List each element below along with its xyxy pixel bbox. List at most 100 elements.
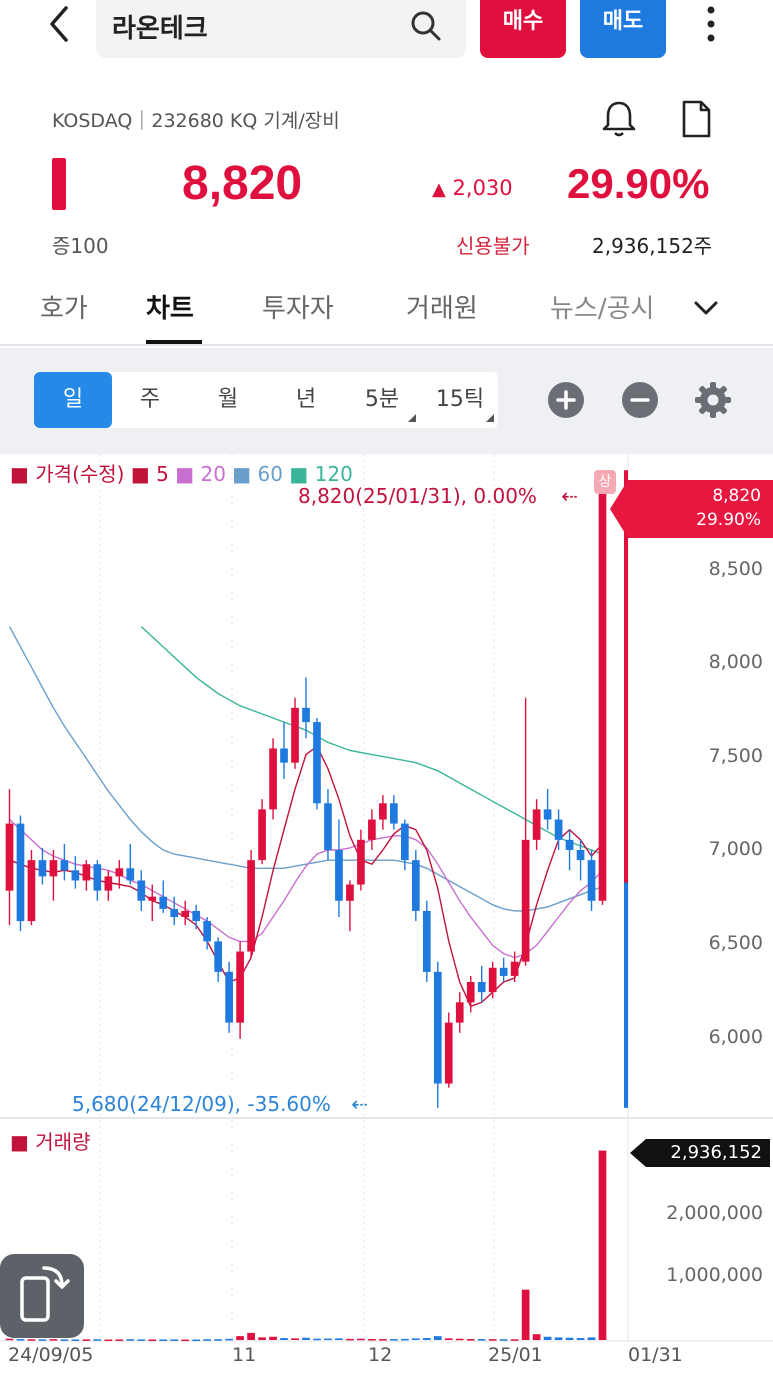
period-selector: 일 주 월 년 5분 15틱 (34, 372, 498, 428)
chart-legend: ■ 가격(수정) ■ 5 ■ 20 ■ 60 ■ 120 (10, 458, 353, 487)
volume-bar (93, 1339, 102, 1341)
volume-bar (170, 1339, 179, 1341)
candle-body (214, 941, 222, 972)
volume-bar (16, 1339, 25, 1341)
candle-body (203, 921, 212, 942)
candle-body (115, 868, 124, 877)
search-icon[interactable] (408, 8, 444, 44)
volume-bar (313, 1338, 321, 1341)
candle-body (368, 819, 376, 840)
low-annotation: 5,680(24/12/09), -35.60% ⇠ (72, 1092, 368, 1116)
volume-bar (368, 1338, 376, 1341)
candle-body (181, 910, 190, 918)
volume-bar (510, 1339, 519, 1341)
zoom-out-icon[interactable] (622, 382, 658, 418)
candle-body (422, 910, 431, 972)
last-price-value: 8,820 (712, 486, 761, 506)
period-week[interactable]: 주 (112, 372, 188, 428)
legend-ma20: 20 (200, 462, 226, 486)
legend-swatch-icon: ■ (10, 1130, 29, 1154)
volume-tick-label: 1,000,000 (666, 1264, 763, 1286)
volume-bar (27, 1339, 36, 1341)
volume-bar (554, 1337, 563, 1340)
volume-bar (115, 1339, 124, 1341)
candle-body (324, 803, 332, 850)
volume-legend-label: 거래량 (35, 1130, 91, 1154)
back-icon[interactable] (40, 4, 80, 44)
candle-body (5, 823, 14, 891)
gear-icon[interactable] (694, 381, 732, 419)
volume-bar (302, 1337, 310, 1340)
candle-body (477, 982, 486, 993)
candle-body (379, 803, 387, 820)
period-day[interactable]: 일 (34, 372, 112, 428)
volume-tick-label: 2,000,000 (666, 1202, 763, 1224)
volume-bar (203, 1339, 212, 1341)
volume-bar (159, 1339, 168, 1341)
dropdown-corner-icon (486, 414, 494, 422)
period-5min-label: 5분 (364, 387, 400, 412)
x-tick-label: 12 (368, 1344, 393, 1366)
chart-area[interactable]: ■ 가격(수정) ■ 5 ■ 20 ■ 60 ■ 120 상 8,820(25/… (0, 454, 773, 1391)
volume-bar (357, 1338, 365, 1341)
candle-body (433, 971, 442, 1084)
more-menu-icon[interactable] (696, 4, 726, 48)
candle-body (390, 803, 398, 824)
bell-icon[interactable] (598, 98, 640, 140)
volume-bar (587, 1337, 596, 1340)
zoom-in-icon[interactable] (548, 382, 584, 418)
candle-body (302, 707, 310, 723)
period-5min[interactable]: 5분 (344, 372, 420, 428)
candle-body (82, 864, 91, 881)
volume-bar (598, 1150, 607, 1340)
period-15tick[interactable]: 15틱 (422, 372, 498, 428)
buy-button[interactable]: 매수 (480, 0, 566, 58)
period-month[interactable]: 월 (190, 372, 266, 428)
low-annotation-text: 5,680(24/12/09), -35.60% (72, 1092, 331, 1116)
candle-body (38, 860, 47, 877)
rotate-screen-icon (20, 1266, 70, 1322)
candle-body (400, 823, 409, 861)
search-box[interactable]: 라온테크 (96, 0, 466, 58)
sell-button[interactable]: 매도 (580, 0, 666, 58)
volume-bar (60, 1339, 69, 1341)
volume-bar (236, 1336, 244, 1340)
tab-broker[interactable]: 거래원 (406, 288, 478, 325)
candle-body (335, 850, 343, 901)
tab-orderbook[interactable]: 호가 (40, 288, 88, 325)
candle-body (258, 809, 266, 861)
last-price-tag: 8,820 29.90% (610, 480, 773, 538)
candle-body (455, 1002, 464, 1023)
volume-bar (126, 1339, 135, 1341)
change-rate: 29.90% (567, 160, 710, 207)
candle-body (510, 961, 519, 976)
period-year[interactable]: 년 (268, 372, 344, 428)
rotate-screen-button[interactable] (0, 1254, 84, 1338)
candle-body (499, 967, 508, 976)
y-tick-label: 8,000 (708, 651, 763, 673)
chart-canvas[interactable] (0, 454, 773, 1391)
volume-bar (532, 1334, 541, 1340)
stock-name: 라온테크 (112, 14, 208, 44)
volume-legend: ■ 거래량 (10, 1126, 90, 1155)
legend-price: 가격(수정) (35, 462, 125, 486)
volume-bar (82, 1339, 91, 1341)
volume-bar (422, 1338, 431, 1340)
candle-body (49, 860, 58, 877)
volume-bar (444, 1338, 453, 1340)
top-bar: 라온테크 매수 매도 (0, 0, 773, 70)
candle-body (60, 860, 69, 871)
credit-status: 신용불가 (456, 234, 530, 258)
volume-bar (411, 1338, 420, 1340)
candle-body (126, 868, 135, 881)
volume-bar (104, 1339, 113, 1342)
document-icon[interactable] (676, 98, 716, 140)
tab-chart[interactable]: 차트 (146, 288, 194, 325)
chevron-down-icon[interactable] (692, 294, 720, 322)
dropdown-corner-icon (408, 414, 416, 422)
y-tick-label: 8,500 (708, 558, 763, 580)
candle-body (554, 819, 563, 840)
tab-investor[interactable]: 투자자 (262, 288, 334, 325)
candle-body (192, 910, 201, 922)
tab-news[interactable]: 뉴스/공시 (550, 288, 676, 325)
